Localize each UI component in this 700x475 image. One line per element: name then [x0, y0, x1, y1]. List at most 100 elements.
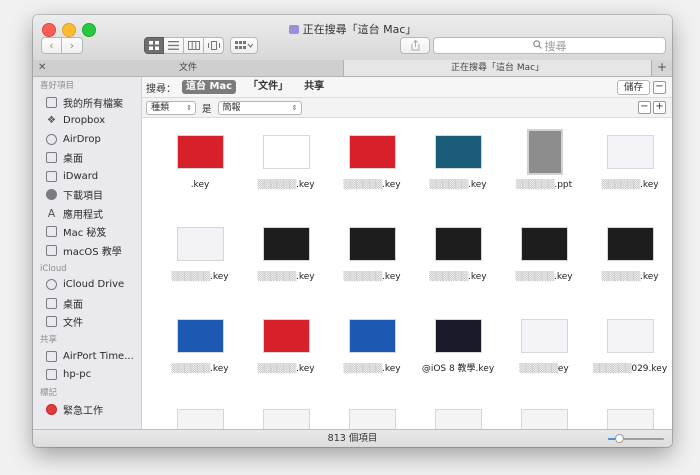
scope-shared[interactable]: 共享: [300, 80, 328, 94]
sidebar-item-airport[interactable]: AirPort Time...: [33, 347, 141, 366]
window-title-text: 正在搜尋「這台 Mac」: [302, 23, 417, 36]
sidebar-item-label: Dropbox: [63, 115, 106, 127]
sidebar-item-label: AirPort Time...: [63, 350, 134, 362]
sidebar-item-label: iDward: [63, 170, 99, 182]
icon-size-slider[interactable]: [608, 434, 664, 443]
sidebar-item-label: 下載項目: [63, 191, 103, 203]
file-thumbnail: [521, 319, 568, 353]
sidebar-item-label: 文件: [63, 318, 83, 330]
file-name: ▒▒▒▒▒▒.key: [246, 363, 326, 375]
file-item[interactable]: @iOS 8 教學.key: [418, 313, 498, 399]
sidebar-item-label: AirDrop: [63, 133, 101, 145]
value-select[interactable]: 簡報 ⇕: [217, 100, 302, 115]
file-name-text: .key: [381, 364, 401, 374]
sidebar-item-macos-tutorials[interactable]: macOS 教學: [33, 241, 141, 260]
file-item[interactable]: ▒▒▒▒▒▒029.key: [590, 313, 670, 399]
save-search-button[interactable]: 儲存: [616, 80, 650, 95]
sidebar-item-label: 桌面: [63, 299, 83, 311]
file-item[interactable]: ▒▒▒▒▒▒.key: [332, 221, 412, 307]
search-field[interactable]: 搜尋: [433, 37, 666, 54]
icon-view-button[interactable]: [144, 37, 164, 54]
icon-view-icon: [149, 41, 159, 50]
file-thumbnail: [263, 319, 310, 353]
remove-criteria-button[interactable]: −: [638, 101, 651, 114]
attribute-select[interactable]: 種類 ⇕: [146, 100, 196, 115]
file-item[interactable]: ▒▒▒▒▒▒.key: [246, 129, 326, 215]
back-button[interactable]: ‹: [41, 37, 62, 54]
sidebar-item-home[interactable]: iDward: [33, 167, 141, 186]
file-item[interactable]: ▒▒▒▒▒▒.key: [332, 313, 412, 399]
tab-search[interactable]: 正在搜尋「這台 Mac」: [344, 60, 651, 76]
file-name-text: .key: [381, 272, 401, 282]
sidebar-item-icloud-drive[interactable]: iCloud Drive: [33, 276, 141, 295]
file-name-text: .key: [295, 180, 315, 190]
sidebar-item-tag-urgent[interactable]: 緊急工作: [33, 400, 141, 419]
sidebar-item-airdrop[interactable]: AirDrop: [33, 130, 141, 149]
sidebar-item-applications[interactable]: A 應用程式: [33, 204, 141, 223]
file-item[interactable]: ▒▒▒▒▒▒.key: [160, 313, 240, 399]
file-item[interactable]: ▒▒▒▒▒▒.ppt: [504, 129, 584, 215]
finder-window: 正在搜尋「這台 Mac」 ‹ › 搜尋 ✕ 文件 正在搜尋「這台 Mac」 + …: [33, 15, 672, 447]
share-icon: [411, 40, 419, 51]
sidebar-section-title: 共享: [40, 335, 58, 345]
column-view-button[interactable]: [184, 37, 204, 54]
file-name-text: .key: [467, 272, 487, 282]
scope-this-mac[interactable]: 這台 Mac: [182, 80, 237, 94]
sidebar-item-all-files[interactable]: 我的所有檔案: [33, 93, 141, 112]
search-scope-bar: 搜尋： 這台 Mac 「文件」 共享 儲存 −: [142, 77, 672, 98]
file-item[interactable]: ▒▒▒▒▒▒.key: [418, 129, 498, 215]
add-criteria-button[interactable]: +: [653, 101, 666, 114]
file-thumbnail: [177, 319, 224, 353]
scope-documents[interactable]: 「文件」: [244, 80, 292, 94]
file-item[interactable]: ▒▒▒▒▒▒.key: [590, 129, 670, 215]
file-item[interactable]: ▒▒▒▒▒▒.key: [246, 221, 326, 307]
file-name-text: .key: [639, 272, 659, 282]
arrange-button[interactable]: [230, 37, 258, 54]
file-name-text: .ppt: [554, 180, 573, 190]
blurred-text: ▒▒▒▒▒▒: [171, 364, 210, 374]
remove-scope-button[interactable]: −: [653, 81, 666, 94]
file-thumbnail: [435, 319, 482, 353]
file-item[interactable]: ▒▒▒▒▒▒.key: [418, 221, 498, 307]
blurred-text: ▒▒▒▒▒▒: [601, 180, 640, 190]
cover-flow-icon: [207, 41, 220, 50]
sidebar-item-hp-pc[interactable]: hp-pc: [33, 366, 141, 385]
blurred-text: ▒▒▒▒▒▒: [519, 364, 558, 374]
sidebar-section-title: iCloud: [40, 263, 67, 274]
file-thumbnail: [349, 135, 396, 169]
file-item[interactable]: .key: [160, 129, 240, 215]
file-thumbnail: [607, 319, 654, 353]
file-name: ▒▒▒▒▒▒.key: [160, 271, 240, 283]
file-item[interactable]: ▒▒▒▒▒▒.key: [590, 221, 670, 307]
computer-icon: [46, 369, 57, 381]
file-name-text: .key: [553, 272, 573, 282]
file-thumbnail: [263, 227, 310, 261]
file-item[interactable]: ▒▒▒▒▒▒.key: [246, 313, 326, 399]
cover-flow-button[interactable]: [204, 37, 224, 54]
close-tab-icon[interactable]: ✕: [38, 60, 46, 76]
sidebar-item-desktop[interactable]: 桌面: [33, 149, 141, 168]
list-view-button[interactable]: [164, 37, 184, 54]
file-item[interactable]: ▒▒▒▒▒▒.key: [160, 221, 240, 307]
file-name: ▒▒▒▒▒▒.key: [504, 271, 584, 283]
sidebar-item-icloud-documents[interactable]: 文件: [33, 313, 141, 332]
red-tag-icon: [46, 403, 57, 415]
sidebar-item-downloads[interactable]: 下載項目: [33, 186, 141, 205]
sidebar-item-label: macOS 教學: [63, 246, 122, 258]
column-view-icon: [187, 41, 200, 50]
new-tab-button[interactable]: +: [651, 60, 672, 76]
sidebar-item-mac-tips[interactable]: Mac 秘笈: [33, 223, 141, 242]
file-thumbnail: [607, 135, 654, 169]
sidebar-section-title: 喜好項目: [40, 81, 75, 91]
file-item[interactable]: ▒▒▒▒▒▒.key: [332, 129, 412, 215]
share-button[interactable]: [400, 37, 430, 54]
forward-button[interactable]: ›: [62, 37, 83, 54]
file-item[interactable]: ▒▒▒▒▒▒ey: [504, 313, 584, 399]
slider-knob[interactable]: [615, 434, 625, 443]
sidebar-item-dropbox[interactable]: ❖ Dropbox: [33, 112, 141, 131]
chevron-right-icon: ›: [69, 39, 75, 52]
tab-documents[interactable]: ✕ 文件: [33, 60, 344, 76]
sidebar-item-icloud-desktop[interactable]: 桌面: [33, 294, 141, 313]
select-arrows-icon: ⇕: [291, 103, 298, 112]
file-item[interactable]: ▒▒▒▒▒▒.key: [504, 221, 584, 307]
